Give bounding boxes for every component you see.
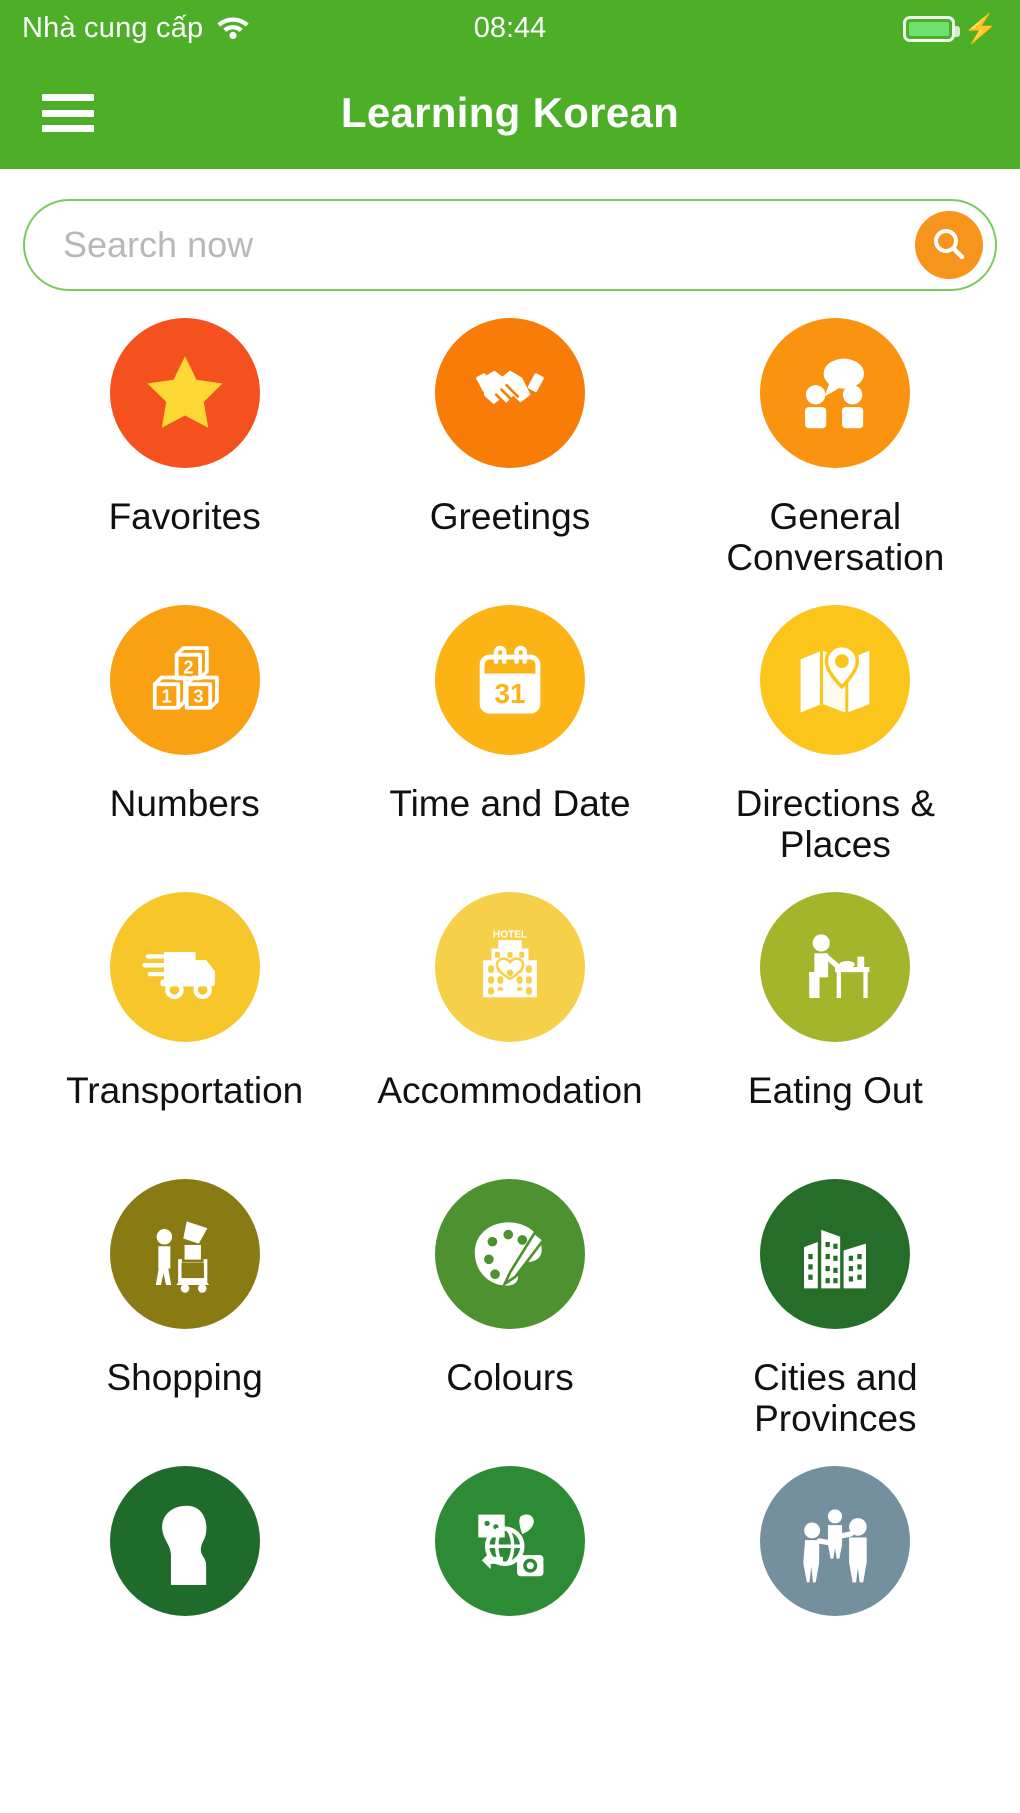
search-icon xyxy=(930,225,968,266)
category-icon-background xyxy=(760,1466,911,1616)
category-icon-background xyxy=(434,1466,585,1616)
category-tile-directions-places[interactable]: Directions & Places xyxy=(673,602,998,889)
category-icon-background xyxy=(109,1466,260,1616)
status-bar: Nhà cung cấp 08:44 ⚡ xyxy=(0,0,1020,57)
search-section xyxy=(0,169,1020,291)
category-label: General Conversation xyxy=(726,496,945,579)
hamburger-menu-icon[interactable] xyxy=(42,94,94,132)
status-bar-right: ⚡ xyxy=(903,12,998,44)
category-label: Time and Date xyxy=(389,783,631,824)
search-input[interactable] xyxy=(63,224,915,266)
calendar-31-icon: 31 xyxy=(469,639,551,721)
app-screen: Nhà cung cấp 08:44 ⚡ Learning Korean Sea… xyxy=(0,0,1020,1813)
category-icon-background xyxy=(760,318,911,468)
category-icon-background xyxy=(434,1179,585,1329)
delivery-truck-icon xyxy=(141,923,229,1011)
lightning-bolt-icon: ⚡ xyxy=(963,12,998,44)
family-people-icon xyxy=(791,1497,879,1585)
category-label: Greetings xyxy=(429,496,591,537)
category-icon-background xyxy=(760,892,911,1042)
app-bar: Learning Korean xyxy=(0,57,1020,169)
search-button[interactable] xyxy=(915,211,983,279)
travel-globe-icon xyxy=(466,1497,554,1585)
category-tile-cities-provinces[interactable]: Cities and Provinces xyxy=(673,1176,998,1463)
category-tile-favorites[interactable]: Favorites xyxy=(22,315,347,602)
category-label: Numbers xyxy=(109,783,260,824)
city-buildings-icon xyxy=(792,1211,878,1297)
person-profile-icon xyxy=(141,1497,229,1585)
category-label: Eating Out xyxy=(747,1070,923,1111)
svg-text:HOTEL: HOTEL xyxy=(493,930,527,941)
category-tile-accommodation[interactable]: HOTEL Accommodation xyxy=(347,889,672,1176)
paint-palette-icon xyxy=(466,1210,554,1298)
category-tile-shopping[interactable]: Shopping xyxy=(22,1176,347,1463)
dining-table-icon xyxy=(792,924,878,1010)
star-icon xyxy=(139,347,231,439)
svg-text:31: 31 xyxy=(494,678,525,709)
battery-icon xyxy=(903,15,961,42)
svg-text:3: 3 xyxy=(193,686,203,707)
category-tile-general-conversation[interactable]: General Conversation xyxy=(673,315,998,602)
category-label: Accommodation xyxy=(377,1070,643,1111)
category-icon-background xyxy=(109,318,260,468)
category-icon-background xyxy=(434,318,585,468)
category-icon-background: 31 xyxy=(434,605,585,755)
category-icon-background xyxy=(760,605,911,755)
page-title: Learning Korean xyxy=(340,89,680,136)
handshake-icon xyxy=(467,350,553,436)
hotel-building-icon: HOTEL xyxy=(468,925,552,1009)
category-icon-background: HOTEL xyxy=(434,892,585,1042)
category-label: Shopping xyxy=(106,1357,263,1398)
category-icon-background xyxy=(109,892,260,1042)
category-label: Directions & Places xyxy=(735,783,936,866)
category-label: Favorites xyxy=(108,496,261,537)
search-bar[interactable] xyxy=(23,199,997,291)
category-icon-background xyxy=(109,1179,260,1329)
category-tile-family[interactable] xyxy=(673,1463,998,1750)
category-label: Cities and Provinces xyxy=(753,1357,918,1440)
category-tile-transportation[interactable]: Transportation xyxy=(22,889,347,1176)
category-tile-greetings[interactable]: Greetings xyxy=(347,315,672,602)
category-icon-background xyxy=(760,1179,911,1329)
category-icon-background: 2 1 3 xyxy=(109,605,260,755)
carrier-label: Nhà cung cấp xyxy=(22,12,204,44)
category-label: Colours xyxy=(446,1357,574,1398)
speech-people-icon xyxy=(791,349,879,437)
svg-text:1: 1 xyxy=(161,686,171,707)
category-tile-travel[interactable] xyxy=(347,1463,672,1750)
category-grid: Favorites Greetings General Conversation… xyxy=(0,291,1020,1750)
category-tile-person[interactable] xyxy=(22,1463,347,1750)
category-tile-colours[interactable]: Colours xyxy=(347,1176,672,1463)
category-tile-numbers[interactable]: 2 1 3 Numbers xyxy=(22,602,347,889)
wifi-icon xyxy=(215,12,251,45)
map-pin-icon xyxy=(792,637,878,723)
category-tile-time-and-date[interactable]: 31 Time and Date xyxy=(347,602,672,889)
category-label: Transportation xyxy=(66,1070,304,1111)
svg-text:2: 2 xyxy=(183,656,193,677)
shopping-cart-icon xyxy=(142,1211,228,1297)
category-tile-eating-out[interactable]: Eating Out xyxy=(673,889,998,1176)
status-bar-left: Nhà cung cấp xyxy=(22,12,251,45)
number-blocks-icon: 2 1 3 xyxy=(143,638,227,722)
